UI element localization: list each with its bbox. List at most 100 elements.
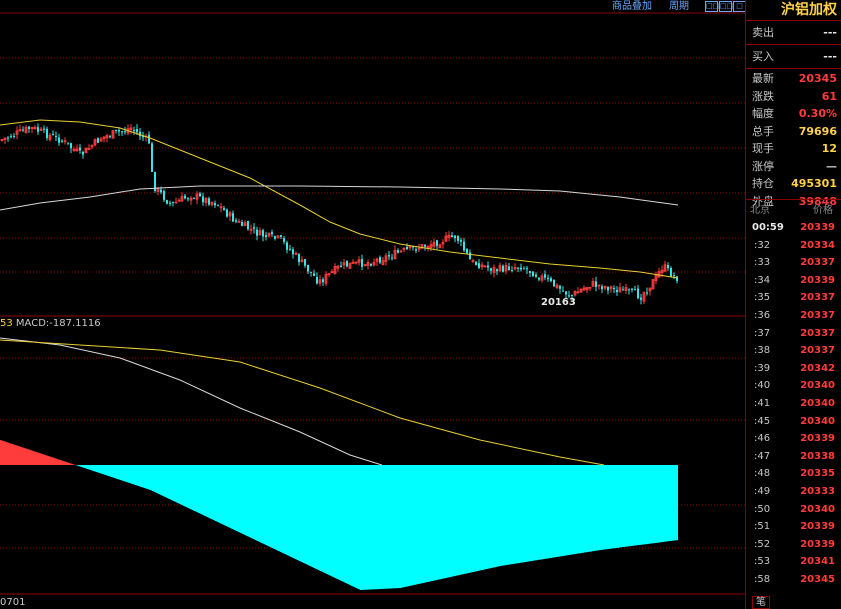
candle-body: [43, 128, 45, 130]
candle-body: [22, 129, 24, 131]
tick-price: 20337: [800, 292, 835, 304]
candle-body: [169, 202, 171, 204]
panel-divider-3: [746, 68, 841, 69]
candle-body: [118, 129, 120, 132]
candle-body: [475, 261, 477, 265]
tick-time: :46: [754, 433, 771, 445]
candle-body: [535, 274, 537, 277]
candle-body: [370, 264, 372, 266]
tick-time: :39: [754, 362, 771, 374]
tick-row: :36 20337: [750, 307, 837, 325]
tick-price: 20337: [800, 327, 835, 339]
tick-time: :58: [754, 574, 771, 585]
candle-body: [415, 249, 417, 251]
tick-time: 00:59: [752, 222, 784, 233]
candle-body: [97, 138, 99, 143]
candle-body: [115, 129, 117, 131]
candle-body: [361, 259, 363, 267]
candle-body: [235, 220, 237, 222]
tick-price: 20339: [800, 521, 835, 533]
candle-body: [109, 136, 111, 138]
sell-value: ---: [823, 26, 837, 39]
instrument-title: 沪铝加权: [781, 2, 837, 18]
tick-time: :32: [754, 239, 771, 251]
tick-time: :45: [754, 415, 771, 427]
candle-body: [469, 252, 471, 260]
quote-row-value: 495301: [791, 177, 837, 190]
quote-row-label: 持仓: [752, 177, 774, 190]
candle-body: [280, 235, 282, 237]
candle-body: [550, 278, 552, 282]
candle-body: [529, 270, 531, 273]
sell-row: 卖出 ---: [750, 24, 837, 41]
candle-body: [217, 204, 219, 206]
quote-row: 幅度 0.30%: [750, 105, 837, 122]
candle-body: [544, 274, 546, 278]
candle-body: [274, 235, 276, 239]
candle-body: [55, 135, 57, 137]
candle-body: [640, 297, 642, 300]
moving-average-white: [0, 185, 679, 211]
candle-body: [28, 126, 30, 130]
candle-body: [496, 269, 498, 272]
candle-body: [166, 200, 168, 204]
candle-body: [151, 143, 153, 172]
tick-time: :33: [754, 257, 771, 269]
candle-body: [10, 136, 12, 138]
tick-row: :58 20345: [750, 571, 837, 589]
panel-divider-1: [746, 20, 841, 21]
candle-body: [121, 131, 123, 133]
quote-row-value: —: [826, 159, 837, 173]
tick-row: :35 20337: [750, 289, 837, 307]
candle-body: [283, 238, 285, 242]
tick-time: :34: [754, 274, 771, 286]
candle-body: [454, 235, 456, 239]
candle-body: [292, 249, 294, 255]
candle-body: [538, 277, 540, 280]
quote-row-value: 0.30%: [798, 107, 837, 120]
tick-time: :37: [754, 327, 771, 339]
tick-row: :34 20339: [750, 272, 837, 290]
tick-time: :48: [754, 468, 771, 480]
candle-body: [172, 201, 174, 203]
panel-divider-4: [746, 199, 841, 200]
quote-row-value: 20345: [798, 72, 837, 85]
quote-row-label: 幅度: [752, 107, 774, 120]
tick-tab[interactable]: 笔: [752, 596, 770, 609]
quote-row-label: 最新: [752, 72, 774, 85]
tick-row: 00:59 20339: [750, 219, 837, 237]
candle-body: [187, 198, 189, 200]
tick-price: 20337: [800, 310, 835, 321]
candle-body: [502, 265, 504, 272]
candle-body: [298, 254, 300, 263]
quote-row: 持仓 495301: [750, 175, 837, 192]
candle-body: [637, 288, 639, 299]
tick-row: :45 20340: [750, 413, 837, 431]
candle-body: [163, 191, 165, 200]
tick-time: :53: [754, 556, 771, 568]
candle-body: [61, 140, 63, 142]
candle-body: [37, 127, 39, 132]
tick-time: :47: [754, 450, 771, 462]
quote-row-value: 79696: [798, 124, 837, 138]
quote-row: 涨停 —: [750, 158, 837, 175]
candle-body: [226, 209, 228, 217]
sell-label: 卖出: [752, 26, 774, 39]
price-chart[interactable]: [0, 0, 746, 609]
candle-body: [7, 137, 9, 139]
tick-time: :51: [754, 521, 771, 533]
low-price-label: 20163: [541, 297, 576, 308]
macd-histogram: [0, 440, 678, 590]
tick-price: 20337: [800, 257, 835, 269]
candle-body: [67, 142, 69, 144]
panel-divider-2: [746, 44, 841, 45]
macd-dea-line: [0, 339, 605, 466]
tick-time: :49: [754, 486, 771, 497]
tick-price: 20333: [800, 486, 835, 497]
candle-body: [46, 128, 48, 139]
buy-row: 买入 ---: [750, 48, 837, 65]
tick-time: :40: [754, 380, 771, 392]
quote-row: 涨跌 61: [750, 88, 837, 105]
quote-row-label: 涨跌: [752, 89, 774, 103]
candle-body: [304, 259, 306, 266]
